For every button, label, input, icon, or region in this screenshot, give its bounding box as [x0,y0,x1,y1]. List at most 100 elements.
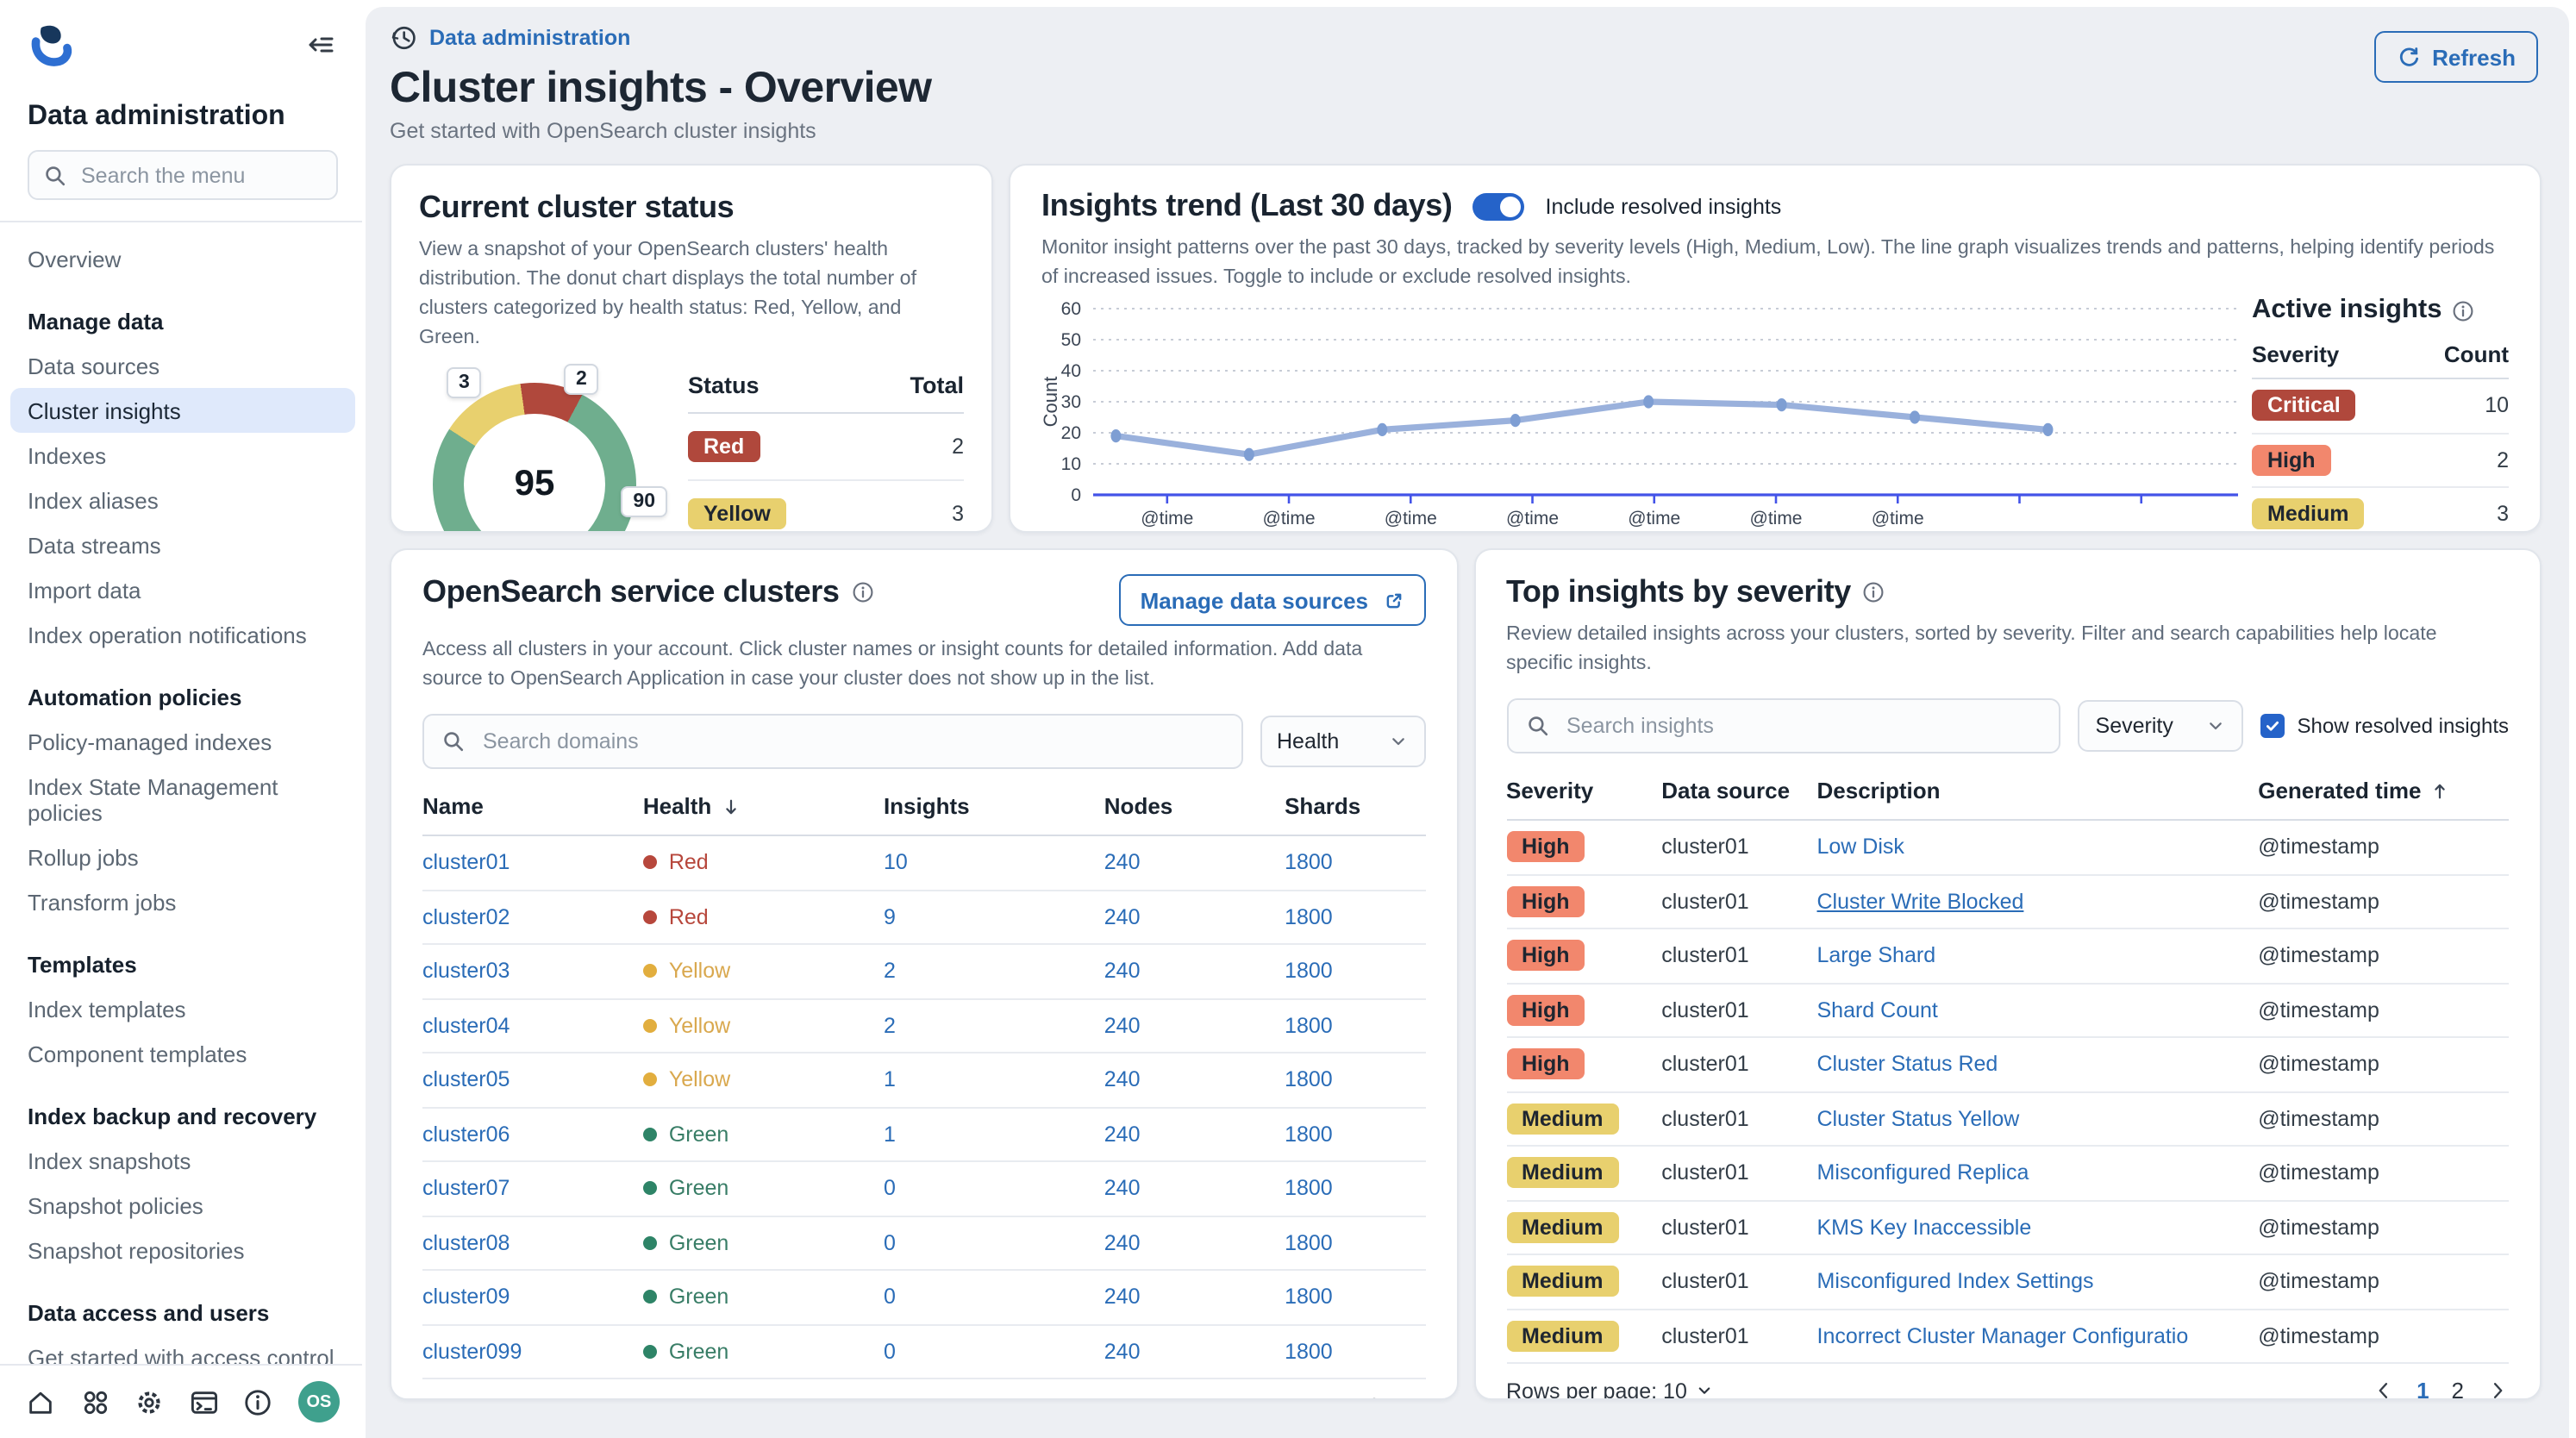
sidebar-item-import-data[interactable]: Import data [28,567,338,612]
col-shards[interactable]: Shards [1285,793,1425,819]
insight-description-link[interactable]: KMS Key Inaccessible [1817,1216,2259,1240]
cluster-name-link[interactable]: cluster09 [422,1285,643,1310]
insights-count-link[interactable]: 9 [884,905,1104,929]
cluster-name-link[interactable]: cluster01 [422,851,643,875]
sidebar-item-ism-policies[interactable]: Index State Management policies [28,764,338,835]
insight-description-link[interactable]: Large Shard [1817,944,2259,968]
info-icon[interactable] [852,581,874,603]
sidebar-search[interactable] [28,150,338,200]
insight-description-link[interactable]: Shard Count [1817,998,2259,1022]
shards-count-link[interactable]: 1800 [1285,851,1425,875]
shards-count-link[interactable]: 1800 [1285,1340,1425,1364]
sidebar-item-snapshot-policies[interactable]: Snapshot policies [28,1183,338,1228]
col-nodes[interactable]: Nodes [1104,793,1285,819]
sidebar-item-cluster-insights[interactable]: Cluster insights [10,388,355,433]
prev-page-button[interactable] [2372,1379,2394,1400]
insights-count-link[interactable]: 10 [884,851,1104,875]
sidebar-item-index-aliases[interactable]: Index aliases [28,478,338,522]
sidebar-search-input[interactable] [78,161,322,189]
health-filter-select[interactable]: Health [1260,716,1425,767]
cluster-name-link[interactable]: cluster02 [422,905,643,929]
insights-search[interactable] [1506,698,2061,753]
insights-count-link[interactable]: 1 [884,1122,1104,1147]
insight-description-link[interactable]: Cluster Status Yellow [1817,1107,2259,1131]
home-button[interactable] [26,1387,55,1416]
info-icon[interactable] [1863,581,1885,603]
page-2[interactable]: 2 [1368,1393,1380,1400]
col-insights[interactable]: Insights [884,793,1104,819]
sidebar-item-rollup-jobs[interactable]: Rollup jobs [28,835,338,879]
info-icon[interactable] [2453,299,2475,322]
cluster-name-link[interactable]: cluster03 [422,960,643,984]
manage-data-sources-button[interactable]: Manage data sources [1120,574,1425,626]
toggle-label[interactable]: Include resolved insights [1546,194,1782,218]
shards-count-link[interactable]: 1800 [1285,1177,1425,1201]
shards-count-link[interactable]: 1800 [1285,905,1425,929]
sidebar-item-policy-managed-indexes[interactable]: Policy-managed indexes [28,719,338,764]
info-button[interactable] [244,1387,273,1416]
page-1[interactable]: 1 [2417,1378,2429,1400]
shards-count-link[interactable]: 1800 [1285,1014,1425,1038]
insights-count-link[interactable]: 1 [884,1068,1104,1092]
col-generated-time[interactable]: Generated time [2258,778,2509,803]
col-severity[interactable]: Severity [1506,778,1661,803]
shards-count-link[interactable]: 1800 [1285,1285,1425,1310]
nodes-count-link[interactable]: 240 [1104,1122,1285,1147]
next-page-button[interactable] [2486,1379,2509,1400]
nodes-count-link[interactable]: 240 [1104,1068,1285,1092]
shards-count-link[interactable]: 1800 [1285,1068,1425,1092]
col-description[interactable]: Description [1817,778,2259,803]
user-avatar[interactable]: OS [298,1381,340,1422]
next-page-button[interactable] [1403,1395,1425,1400]
shards-count-link[interactable]: 1800 [1285,1122,1425,1147]
page-1[interactable]: 1 [1333,1393,1345,1400]
nodes-count-link[interactable]: 240 [1104,905,1285,929]
insight-description-link[interactable]: Misconfigured Index Settings [1817,1270,2259,1294]
sidebar-item-access-control[interactable]: Get started with access control [28,1335,338,1364]
nodes-count-link[interactable]: 240 [1104,1340,1285,1364]
insights-count-link[interactable]: 2 [884,1014,1104,1038]
sidebar-item-transform-jobs[interactable]: Transform jobs [28,879,338,924]
nodes-count-link[interactable]: 240 [1104,960,1285,984]
insights-count-link[interactable]: 0 [884,1177,1104,1201]
cluster-name-link[interactable]: cluster05 [422,1068,643,1092]
sidebar-item-indexes[interactable]: Indexes [28,433,338,478]
include-resolved-toggle[interactable] [1473,192,1525,220]
refresh-button[interactable]: Refresh [2373,31,2538,83]
cluster-name-link[interactable]: cluster099 [422,1340,643,1364]
insight-description-link[interactable]: Incorrect Cluster Manager Configuratio [1817,1324,2259,1348]
cluster-name-link[interactable]: cluster06 [422,1122,643,1147]
page-2[interactable]: 2 [2452,1378,2464,1400]
nodes-count-link[interactable]: 240 [1104,1285,1285,1310]
nodes-count-link[interactable]: 240 [1104,1177,1285,1201]
sidebar-item-index-snapshots[interactable]: Index snapshots [28,1138,338,1183]
show-resolved-checkbox[interactable]: Show resolved insights [2261,714,2509,738]
domains-search[interactable] [422,714,1242,769]
shards-count-link[interactable]: 1800 [1285,1231,1425,1255]
insight-description-link[interactable]: Misconfigured Replica [1817,1161,2259,1185]
sidebar-item-index-operation-notifications[interactable]: Index operation notifications [28,612,338,657]
sidebar-item-index-templates[interactable]: Index templates [28,986,338,1031]
sidebar-item-data-sources[interactable]: Data sources [28,343,338,388]
cluster-name-link[interactable]: cluster08 [422,1231,643,1255]
domains-search-input[interactable] [479,728,1223,755]
col-health[interactable]: Health [643,793,884,819]
insights-count-link[interactable]: 0 [884,1231,1104,1255]
cluster-name-link[interactable]: cluster04 [422,1014,643,1038]
col-data-source[interactable]: Data source [1661,778,1816,803]
insights-count-link[interactable]: 0 [884,1340,1104,1364]
insight-description-link[interactable]: Cluster Status Red [1817,1053,2259,1077]
col-name[interactable]: Name [422,793,643,819]
apps-button[interactable] [80,1387,109,1416]
nodes-count-link[interactable]: 240 [1104,851,1285,875]
rows-per-page-button[interactable]: Rows per page: 10 [422,1394,631,1400]
nodes-count-link[interactable]: 240 [1104,1231,1285,1255]
prev-page-button[interactable] [1288,1395,1310,1400]
breadcrumb[interactable]: Data administration [390,24,2542,52]
insight-description-link[interactable]: Cluster Write Blocked [1817,890,2259,914]
insights-search-input[interactable] [1563,712,2042,740]
insight-description-link[interactable]: Low Disk [1817,835,2259,860]
rows-per-page-button[interactable]: Rows per page: 10 [1506,1379,1715,1400]
console-button[interactable] [190,1387,219,1416]
settings-button[interactable] [134,1387,164,1416]
